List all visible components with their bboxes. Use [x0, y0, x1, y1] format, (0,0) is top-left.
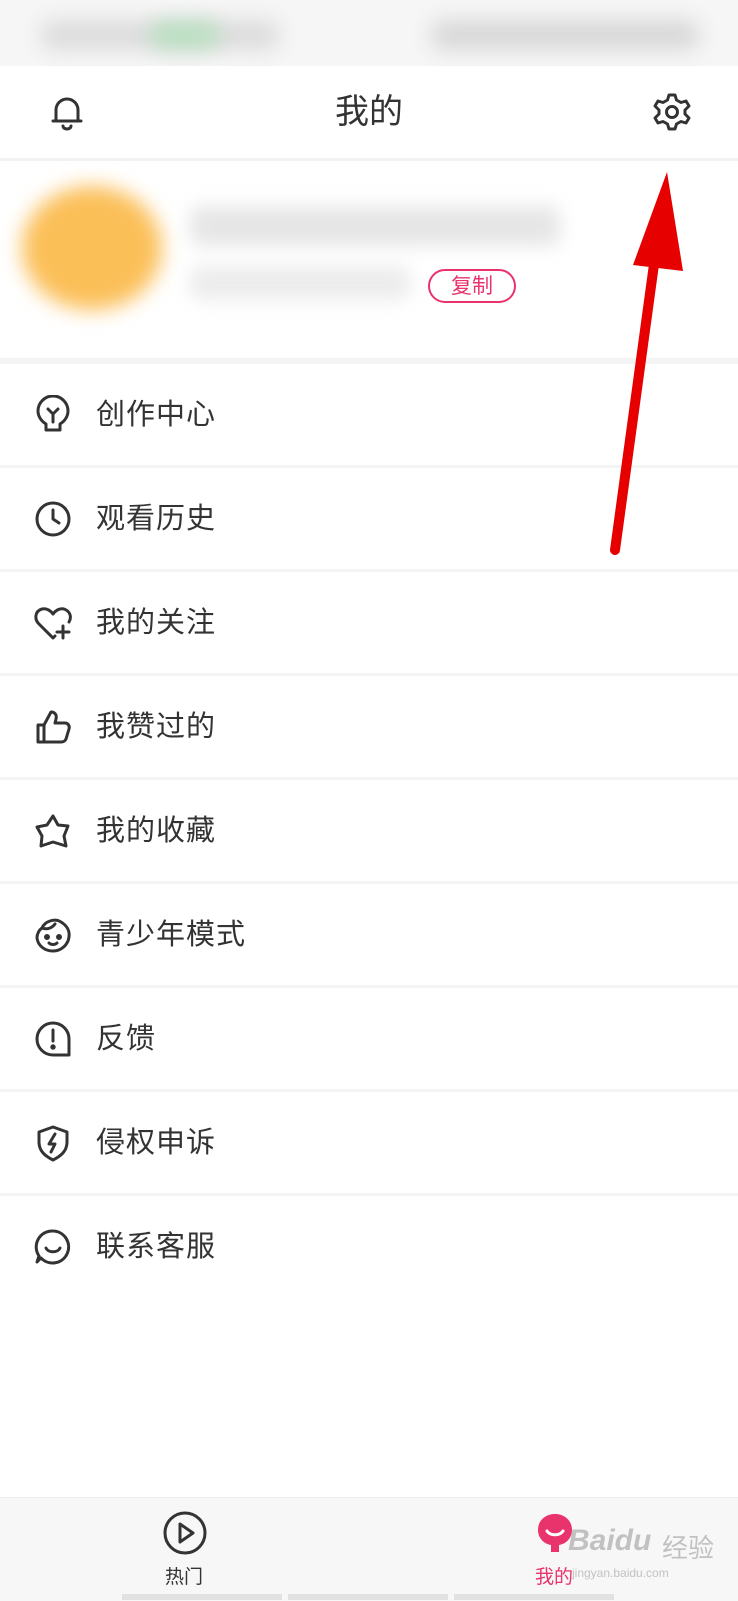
status-bar-blur-accent — [150, 22, 220, 48]
profile-card: 复制 — [0, 161, 738, 364]
thumbs-up-icon — [33, 707, 73, 747]
menu-item-favorites[interactable]: 我的收藏 — [0, 780, 738, 884]
menu-item-infringement-appeal[interactable]: 侵权申诉 — [0, 1092, 738, 1196]
user-id-blurred — [190, 266, 410, 300]
shield-lightning-icon — [33, 1123, 73, 1163]
tab-hot-label: 热门 — [164, 1566, 203, 1588]
tab-hot[interactable]: 热门 — [104, 1498, 264, 1601]
menu-item-creation-center[interactable]: 创作中心 — [0, 364, 738, 468]
play-circle-icon — [162, 1510, 208, 1556]
copy-button[interactable]: 复制 — [428, 269, 516, 303]
menu-item-label: 观看历史 — [96, 501, 217, 535]
menu-item-youth-mode[interactable]: 青少年模式 — [0, 884, 738, 988]
menu-item-watch-history[interactable]: 观看历史 — [0, 468, 738, 572]
watermark-url: jingyan.baidu.com — [572, 1566, 669, 1580]
menu-item-customer-service[interactable]: 联系客服 — [0, 1196, 738, 1297]
menu-item-label: 我的关注 — [96, 605, 217, 639]
menu-item-liked[interactable]: 我赞过的 — [0, 676, 738, 780]
child-face-icon — [33, 915, 73, 955]
menu-item-label: 反馈 — [96, 1021, 157, 1055]
menu-item-label: 我的收藏 — [96, 813, 217, 847]
status-bar-blur-right — [430, 20, 700, 50]
username-blurred — [190, 206, 560, 246]
menu-item-my-follows[interactable]: 我的关注 — [0, 572, 738, 676]
status-bar — [0, 0, 738, 66]
exclamation-circle-icon — [33, 1019, 73, 1059]
home-indicator — [288, 1594, 448, 1600]
header: 我的 — [0, 66, 738, 161]
watermark-cn: 经验 — [662, 1533, 715, 1563]
menu-list: 创作中心 观看历史 我的关注 我赞过的 我的收藏 青少年模式 反馈 侵权申诉 联… — [0, 364, 738, 1297]
page-title: 我的 — [335, 92, 403, 132]
home-indicator — [122, 1594, 282, 1600]
baidu-jingyan-watermark: Baidu 经验 jingyan.baidu.com — [562, 1520, 732, 1590]
menu-item-label: 青少年模式 — [96, 917, 247, 951]
chat-smile-icon — [33, 1227, 73, 1267]
menu-item-label: 我赞过的 — [96, 709, 217, 743]
menu-item-feedback[interactable]: 反馈 — [0, 988, 738, 1092]
gear-icon[interactable] — [650, 90, 694, 134]
star-icon — [33, 811, 73, 851]
lightbulb-icon — [33, 394, 73, 435]
watermark-brand: Baidu — [568, 1524, 652, 1557]
menu-item-label: 创作中心 — [96, 397, 217, 431]
home-indicator — [454, 1594, 614, 1600]
clock-icon — [33, 499, 73, 539]
menu-item-label: 侵权申诉 — [96, 1125, 217, 1159]
avatar[interactable] — [22, 186, 162, 310]
menu-item-label: 联系客服 — [96, 1229, 217, 1263]
heart-plus-icon — [33, 603, 73, 643]
